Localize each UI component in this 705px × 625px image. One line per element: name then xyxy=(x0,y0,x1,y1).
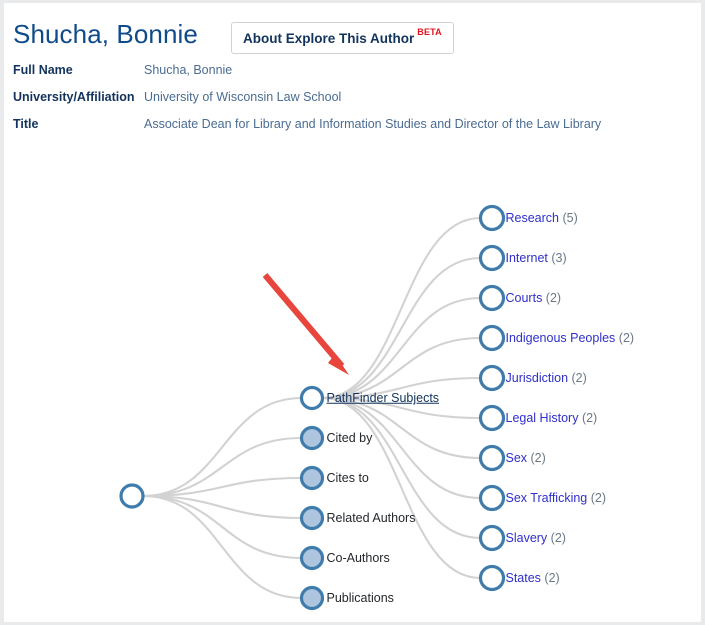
graph-node-pathfinder-subjects[interactable] xyxy=(299,385,325,411)
graph-node-subject-jurisdiction[interactable] xyxy=(478,364,506,392)
graph-node-subject-legal-history[interactable] xyxy=(478,404,506,432)
meta-row-full-name: Full Name Shucha, Bonnie xyxy=(13,63,693,90)
graph-label-publications: Publications xyxy=(326,590,394,605)
graph-node-subject-research[interactable] xyxy=(478,204,506,232)
graph-edges-root xyxy=(141,396,303,600)
graph-node-subject-sex-trafficking[interactable] xyxy=(478,484,506,512)
graph-nodes xyxy=(119,204,506,611)
graph-node-co-authors[interactable] xyxy=(299,545,325,571)
graph-node-subject-indigenous-peoples[interactable] xyxy=(478,324,506,352)
graph-node-cites-to[interactable] xyxy=(299,465,325,491)
graph-node-subject-internet[interactable] xyxy=(478,244,506,272)
graph-node-related-authors[interactable] xyxy=(299,505,325,531)
graph-label-subject-legal-history[interactable]: Legal History (2) xyxy=(506,412,598,425)
meta-label: Title xyxy=(13,117,39,131)
author-meta-list: Full Name Shucha, Bonnie University/Affi… xyxy=(13,63,693,144)
page-title: Shucha, Bonnie xyxy=(13,19,198,49)
graph-label-co-authors: Co-Authors xyxy=(326,550,390,565)
graph-node-subject-sex[interactable] xyxy=(478,444,506,472)
meta-value: Associate Dean for Library and Informati… xyxy=(144,117,602,131)
graph-label-subject-sex[interactable]: Sex (2) xyxy=(506,452,546,465)
meta-label: Full Name xyxy=(13,63,73,77)
author-graph[interactable]: PathFinder Subjects Cited by Cites to Relat… xyxy=(4,153,701,622)
graph-label-subject-sex-trafficking[interactable]: Sex Trafficking (2) xyxy=(506,492,607,505)
graph-label-subject-internet[interactable]: Internet (3) xyxy=(506,252,567,265)
graph-label-cited-by: Cited by xyxy=(326,430,373,445)
page-card: Shucha, Bonnie About Explore This Author… xyxy=(4,3,701,622)
author-header: Shucha, Bonnie About Explore This Author… xyxy=(4,3,701,153)
graph-label-subject-courts[interactable]: Courts (2) xyxy=(506,292,562,305)
graph-label-subject-research[interactable]: Research (5) xyxy=(506,212,578,225)
graph-label-subject-states[interactable]: States (2) xyxy=(506,572,560,585)
graph-label-subject-slavery[interactable]: Slavery (2) xyxy=(506,532,566,545)
graph-node-subject-states[interactable] xyxy=(478,564,506,592)
graph-label-pathfinder-subjects[interactable]: PathFinder Subjects xyxy=(327,392,440,405)
graph-node-publications[interactable] xyxy=(299,585,325,611)
meta-row-title: Title Associate Dean for Library and Inf… xyxy=(13,117,693,144)
graph-label-cites-to: Cites to xyxy=(326,470,369,485)
meta-row-university-affiliation: University/Affiliation University of Wis… xyxy=(13,90,693,117)
graph-node-root[interactable] xyxy=(119,483,145,509)
graph-label-subject-indigenous-peoples[interactable]: Indigenous Peoples (2) xyxy=(506,332,635,345)
graph-label-related-authors: Related Authors xyxy=(326,510,416,525)
graph-node-subject-courts[interactable] xyxy=(478,284,506,312)
graph-node-subject-slavery[interactable] xyxy=(478,524,506,552)
graph-label-subject-jurisdiction[interactable]: Jurisdiction (2) xyxy=(506,372,587,385)
about-explore-this-author-button[interactable]: About Explore This Author BETA xyxy=(231,22,454,54)
meta-label: University/Affiliation xyxy=(13,90,135,104)
about-button-label: About Explore This Author xyxy=(243,30,415,46)
graph-node-cited-by[interactable] xyxy=(299,425,325,451)
red-arrow-annotation xyxy=(262,273,349,375)
beta-badge: BETA xyxy=(417,27,442,37)
meta-value: Shucha, Bonnie xyxy=(144,63,233,77)
meta-value: University of Wisconsin Law School xyxy=(144,90,342,104)
